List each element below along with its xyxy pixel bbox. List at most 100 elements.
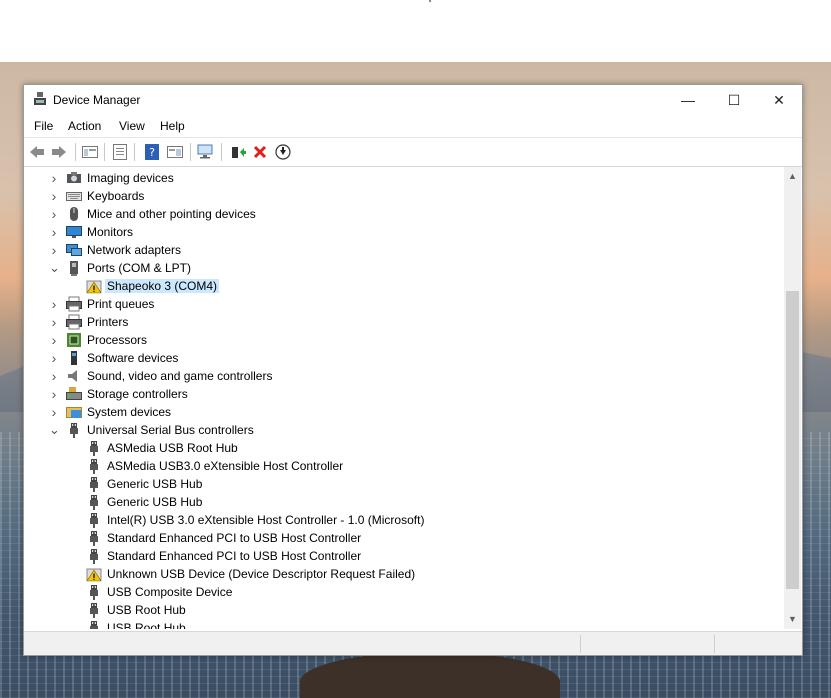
tree-item-label: Generic USB Hub	[107, 477, 203, 491]
tree-item-label: Intel(R) USB 3.0 eXtensible Host Control…	[107, 513, 425, 527]
tree-category-row[interactable]: ⌄ Universal Serial Bus controllers	[24, 421, 784, 439]
expand-chevron-right-icon[interactable]: ›	[49, 405, 59, 419]
action-pane-button[interactable]	[165, 142, 185, 162]
tree-item-label: Software devices	[87, 351, 179, 365]
tree-device-row[interactable]: USB Root Hub	[24, 601, 784, 619]
tree-item-label: Imaging devices	[87, 171, 174, 185]
processor-icon	[67, 333, 81, 347]
tree-category-row[interactable]: › Monitors	[24, 223, 784, 241]
network-icon	[66, 244, 82, 256]
tree-device-row[interactable]: Intel(R) USB 3.0 eXtensible Host Control…	[24, 511, 784, 529]
tree-category-row[interactable]: ⌄ Ports (COM & LPT)	[24, 259, 784, 277]
toolbar: ?	[24, 137, 802, 167]
back-button[interactable]	[27, 142, 47, 162]
expand-chevron-right-icon[interactable]: ›	[49, 189, 59, 203]
tree-item-label: USB Root Hub	[107, 603, 186, 617]
toolbar-separator	[134, 143, 135, 161]
software-device-icon	[71, 351, 77, 365]
system-folder-icon	[66, 407, 82, 418]
properties-button[interactable]	[110, 142, 130, 162]
minimize-button[interactable]: —	[665, 85, 711, 115]
menu-file[interactable]: File	[34, 119, 53, 133]
device-tree[interactable]: › Imaging devices › Keyboards › Mice and othe…	[24, 167, 784, 629]
tree-device-row[interactable]: ASMedia USB3.0 eXtensible Host Controlle…	[24, 457, 784, 475]
expand-chevron-right-icon[interactable]: ›	[49, 225, 59, 239]
tree-item-label: ASMedia USB3.0 eXtensible Host Controlle…	[107, 459, 344, 473]
usb-icon	[90, 585, 98, 600]
tree-item-label: ASMedia USB Root Hub	[107, 441, 238, 455]
tree-category-row[interactable]: › Print queues	[24, 295, 784, 313]
tree-item-label: Shapeoko 3 (COM4)	[105, 279, 220, 293]
uninstall-button[interactable]	[250, 142, 270, 162]
tree-device-row[interactable]: Shapeoko 3 (COM4)	[24, 277, 784, 295]
speaker-icon	[68, 370, 77, 382]
forward-button[interactable]	[49, 142, 69, 162]
camera-icon	[67, 172, 81, 183]
expand-chevron-right-icon[interactable]: ›	[49, 207, 59, 221]
tree-device-row[interactable]: Unknown USB Device (Device Descriptor Re…	[24, 565, 784, 583]
expand-chevron-right-icon[interactable]: ›	[49, 351, 59, 365]
tree-item-label: Mice and other pointing devices	[87, 207, 256, 221]
tree-item-label: USB Composite Device	[107, 585, 233, 599]
menu-help[interactable]: Help	[160, 119, 185, 133]
tree-category-row[interactable]: › Software devices	[24, 349, 784, 367]
update-driver-icon	[232, 147, 246, 158]
tree-category-row[interactable]: › Storage controllers	[24, 385, 784, 403]
tree-device-row[interactable]: USB Root Hub	[24, 619, 784, 629]
title-bar[interactable]: Device Manager — ☐ ✕	[24, 85, 802, 115]
tree-category-row[interactable]: › Imaging devices	[24, 169, 784, 187]
tree-category-row[interactable]: › Sound, video and game controllers	[24, 367, 784, 385]
expand-chevron-right-icon[interactable]: ›	[49, 171, 59, 185]
status-divider	[714, 635, 715, 653]
tree-device-row[interactable]: Standard Enhanced PCI to USB Host Contro…	[24, 529, 784, 547]
expand-chevron-right-icon[interactable]: ›	[49, 315, 59, 329]
warning-device-icon	[86, 280, 102, 294]
tree-category-row[interactable]: › Network adapters	[24, 241, 784, 259]
show-hide-console-tree-button[interactable]	[80, 142, 100, 162]
tree-item-label: Network adapters	[87, 243, 182, 257]
expand-chevron-right-icon[interactable]: ›	[49, 297, 59, 311]
expand-chevron-down-icon[interactable]: ⌄	[49, 261, 60, 274]
expand-chevron-right-icon[interactable]: ›	[49, 243, 59, 257]
screen-dot	[429, 0, 431, 2]
disable-device-button[interactable]	[273, 142, 293, 162]
tree-device-row[interactable]: ASMedia USB Root Hub	[24, 439, 784, 457]
tree-item-label: Processors	[87, 333, 148, 347]
tree-category-row[interactable]: › System devices	[24, 403, 784, 421]
expand-chevron-down-icon[interactable]: ⌄	[49, 423, 60, 436]
scroll-thumb[interactable]	[786, 291, 799, 589]
tree-item-label: USB Root Hub	[107, 621, 186, 629]
scan-hardware-button[interactable]	[196, 142, 216, 162]
device-manager-app-icon	[34, 92, 46, 105]
toolbar-separator	[190, 143, 191, 161]
scroll-up-arrow[interactable]: ▲	[784, 168, 801, 185]
tree-category-row[interactable]: › Printers	[24, 313, 784, 331]
usb-icon	[90, 549, 98, 564]
tree-category-row[interactable]: › Processors	[24, 331, 784, 349]
tree-device-row[interactable]: Standard Enhanced PCI to USB Host Contro…	[24, 547, 784, 565]
tree-category-row[interactable]: › Keyboards	[24, 187, 784, 205]
toolbar-separator	[221, 143, 222, 161]
tree-device-row[interactable]: Generic USB Hub	[24, 475, 784, 493]
help-button[interactable]: ?	[142, 142, 162, 162]
close-button[interactable]: ✕	[756, 85, 802, 115]
minimize-icon: —	[681, 92, 695, 108]
tree-category-row[interactable]: › Mice and other pointing devices	[24, 205, 784, 223]
expand-chevron-right-icon[interactable]: ›	[49, 387, 59, 401]
tree-item-label: Ports (COM & LPT)	[87, 261, 192, 275]
vertical-scrollbar[interactable]: ▲ ▼	[784, 167, 801, 629]
warning-device-icon	[86, 568, 102, 582]
scroll-down-arrow[interactable]: ▼	[784, 611, 801, 628]
tree-device-row[interactable]: USB Composite Device	[24, 583, 784, 601]
maximize-button[interactable]: ☐	[711, 85, 757, 115]
toolbar-separator	[104, 143, 105, 161]
tree-item-label: Print queues	[87, 297, 155, 311]
device-manager-window: Device Manager — ☐ ✕ File Action View He…	[23, 84, 803, 656]
expand-chevron-right-icon[interactable]: ›	[49, 369, 59, 383]
menu-view[interactable]: View	[119, 119, 145, 133]
menu-action[interactable]: Action	[68, 119, 101, 133]
back-icon	[30, 146, 44, 158]
tree-device-row[interactable]: Generic USB Hub	[24, 493, 784, 511]
update-driver-button[interactable]	[228, 142, 248, 162]
expand-chevron-right-icon[interactable]: ›	[49, 333, 59, 347]
